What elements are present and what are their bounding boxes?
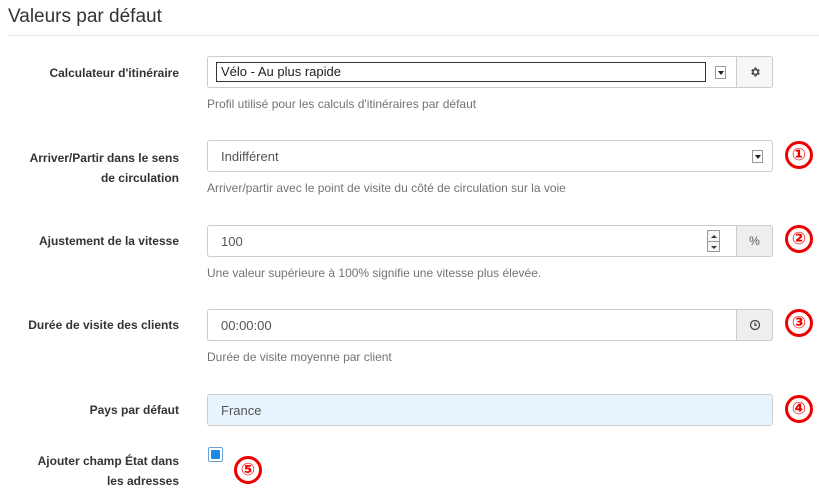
checkbox-checked-mark — [211, 450, 220, 459]
calculator-help: Profil utilisé pour les calculs d'itinér… — [207, 97, 477, 111]
default-country-label: Pays par défaut — [89, 403, 179, 417]
section-divider — [8, 35, 819, 36]
speed-adjust-value: 100 — [221, 234, 243, 249]
calculator-select[interactable]: Vélo - Au plus rapide — [207, 56, 737, 88]
side-of-street-help: Arriver/partir avec le point de visite d… — [207, 181, 566, 195]
calculator-value: Vélo - Au plus rapide — [221, 64, 341, 79]
speed-adjust-label: Ajustement de la vitesse — [38, 234, 179, 248]
spinner-up-icon[interactable] — [708, 231, 719, 242]
number-spinner[interactable] — [707, 230, 720, 252]
default-country-input[interactable]: France — [207, 394, 773, 426]
state-field-checkbox[interactable] — [208, 447, 223, 462]
state-field-label-line2: les adresses — [106, 474, 179, 488]
speed-adjust-help: Une valeur supérieure à 100% signifie un… — [207, 266, 542, 280]
side-of-street-select[interactable]: Indifférent — [207, 140, 773, 172]
side-of-street-label-line1: Arriver/Partir dans le sens — [29, 151, 179, 165]
annotation-4: ④ — [785, 395, 813, 423]
visit-duration-value: 00:00:00 — [221, 318, 272, 333]
calculator-settings-button[interactable] — [736, 56, 773, 88]
calculator-label: Calculateur d'itinéraire — [49, 66, 179, 80]
annotation-1: ① — [785, 141, 813, 169]
state-field-label-line1: Ajouter champ État dans — [37, 454, 179, 468]
default-country-value: France — [221, 403, 262, 418]
state-field-label: Ajouter champ État dans les adresses — [38, 451, 179, 491]
percent-addon: % — [736, 225, 773, 257]
speed-adjust-input[interactable]: 100 — [207, 225, 737, 257]
visit-duration-input[interactable]: 00:00:00 — [207, 309, 737, 341]
spinner-down-icon[interactable] — [708, 242, 719, 252]
side-of-street-label-line2: de circulation — [100, 171, 179, 185]
clock-icon — [749, 319, 760, 331]
gear-icon — [750, 67, 760, 77]
visit-duration-clock-button[interactable] — [736, 309, 773, 341]
annotation-5: ⑤ — [234, 456, 262, 484]
visit-duration-help: Durée de visite moyenne par client — [207, 350, 392, 364]
chevron-down-icon — [752, 150, 763, 163]
section-title: Valeurs par défaut — [8, 6, 162, 27]
side-of-street-value: Indifférent — [221, 149, 279, 164]
annotation-3: ③ — [785, 309, 813, 337]
chevron-down-icon — [715, 66, 726, 79]
visit-duration-label: Durée de visite des clients — [28, 318, 179, 332]
side-of-street-label: Arriver/Partir dans le sens de circulati… — [30, 148, 179, 188]
annotation-2: ② — [785, 225, 813, 253]
